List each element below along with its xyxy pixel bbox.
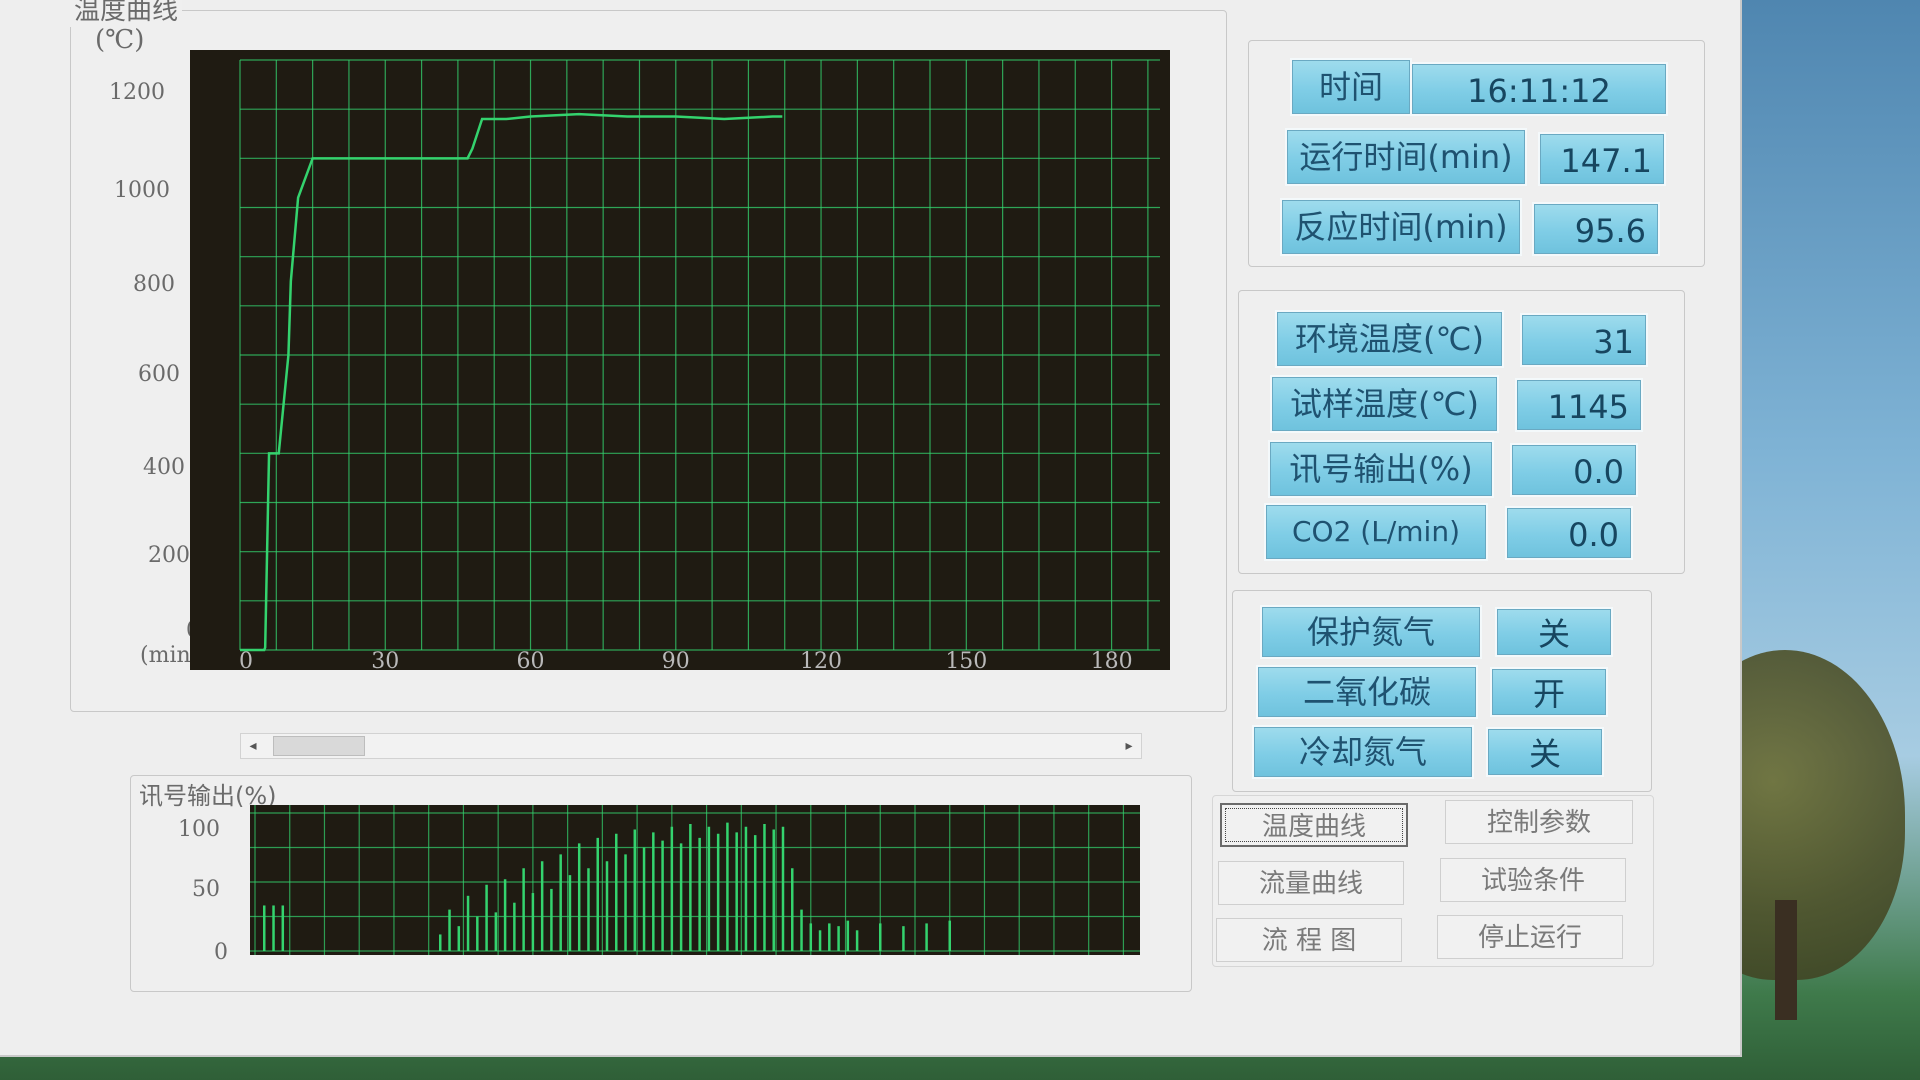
cooling-nitrogen-label[interactable]: 冷却氮气 xyxy=(1252,725,1474,779)
x-tick-label-180: 180 xyxy=(1091,649,1133,670)
x-tick-label-120: 120 xyxy=(800,649,842,670)
y-tick-400: 400 xyxy=(143,455,185,480)
temperature-unit-label: (℃) xyxy=(95,25,145,55)
protect-nitrogen-status[interactable]: 关 xyxy=(1495,607,1613,657)
background-tree-trunk xyxy=(1775,900,1797,1020)
time-value: 16:11:12 xyxy=(1410,62,1668,116)
y-tick-1200: 1200 xyxy=(109,80,165,105)
time-label: 时间 xyxy=(1290,58,1412,116)
plot-background xyxy=(190,50,1170,670)
app-window: 温度曲线 (℃) 1200 1000 800 600 400 200 0 (mi… xyxy=(0,0,1742,1057)
carbon-dioxide-label[interactable]: 二氧化碳 xyxy=(1256,665,1478,719)
temperature-chart-plot: 0 30 60 90 120 150 180 xyxy=(190,50,1170,670)
sample-temp-label: 试样温度(℃) xyxy=(1270,375,1499,433)
x-tick-label-60: 60 xyxy=(517,649,545,670)
ambient-temp-label: 环境温度(℃) xyxy=(1275,310,1504,368)
temperature-curve-button[interactable]: 温度曲线 xyxy=(1220,803,1408,847)
run-time-value: 147.1 xyxy=(1538,132,1666,186)
co2-flow-value: 0.0 xyxy=(1505,506,1633,560)
y-tick-600: 600 xyxy=(138,362,180,387)
chart-horizontal-scrollbar[interactable]: ◂ ▸ xyxy=(240,733,1142,759)
cooling-nitrogen-status[interactable]: 关 xyxy=(1486,727,1604,777)
signal-y-tick-50: 50 xyxy=(192,877,220,902)
signal-plot-background xyxy=(250,805,1140,955)
y-tick-1000: 1000 xyxy=(114,178,170,203)
ambient-temp-value: 31 xyxy=(1520,313,1648,367)
flow-diagram-button[interactable]: 流 程 图 xyxy=(1216,918,1402,962)
scroll-thumb[interactable] xyxy=(273,736,365,756)
carbon-dioxide-status[interactable]: 开 xyxy=(1490,667,1608,717)
signal-chart-plot xyxy=(250,805,1140,955)
x-tick-label-150: 150 xyxy=(945,649,987,670)
co2-flow-label: CO2 (L/min) xyxy=(1264,503,1488,561)
y-tick-200: 200 xyxy=(148,543,190,568)
x-tick-label-30: 30 xyxy=(371,649,399,670)
temperature-chart-title: 温度曲线 xyxy=(70,0,183,27)
signal-y-tick-0: 0 xyxy=(214,940,228,965)
stop-run-button[interactable]: 停止运行 xyxy=(1437,915,1623,959)
flow-curve-button[interactable]: 流量曲线 xyxy=(1218,861,1404,905)
sample-temp-value: 1145 xyxy=(1515,378,1643,432)
reaction-time-label: 反应时间(min) xyxy=(1280,198,1522,256)
test-conditions-button[interactable]: 试验条件 xyxy=(1440,858,1626,902)
signal-y-tick-100: 100 xyxy=(178,817,220,842)
scroll-left-arrow-icon[interactable]: ◂ xyxy=(241,735,265,757)
signal-output-value: 0.0 xyxy=(1510,443,1638,497)
scroll-right-arrow-icon[interactable]: ▸ xyxy=(1117,735,1141,757)
control-params-button[interactable]: 控制参数 xyxy=(1445,800,1633,844)
x-tick-label-90: 90 xyxy=(662,649,690,670)
run-time-label: 运行时间(min) xyxy=(1285,128,1527,186)
x-tick-label-0: 0 xyxy=(239,649,253,670)
y-tick-800: 800 xyxy=(133,272,175,297)
reaction-time-value: 95.6 xyxy=(1532,202,1660,256)
signal-output-label: 讯号输出(%) xyxy=(1268,440,1494,498)
protect-nitrogen-label[interactable]: 保护氮气 xyxy=(1260,605,1482,659)
